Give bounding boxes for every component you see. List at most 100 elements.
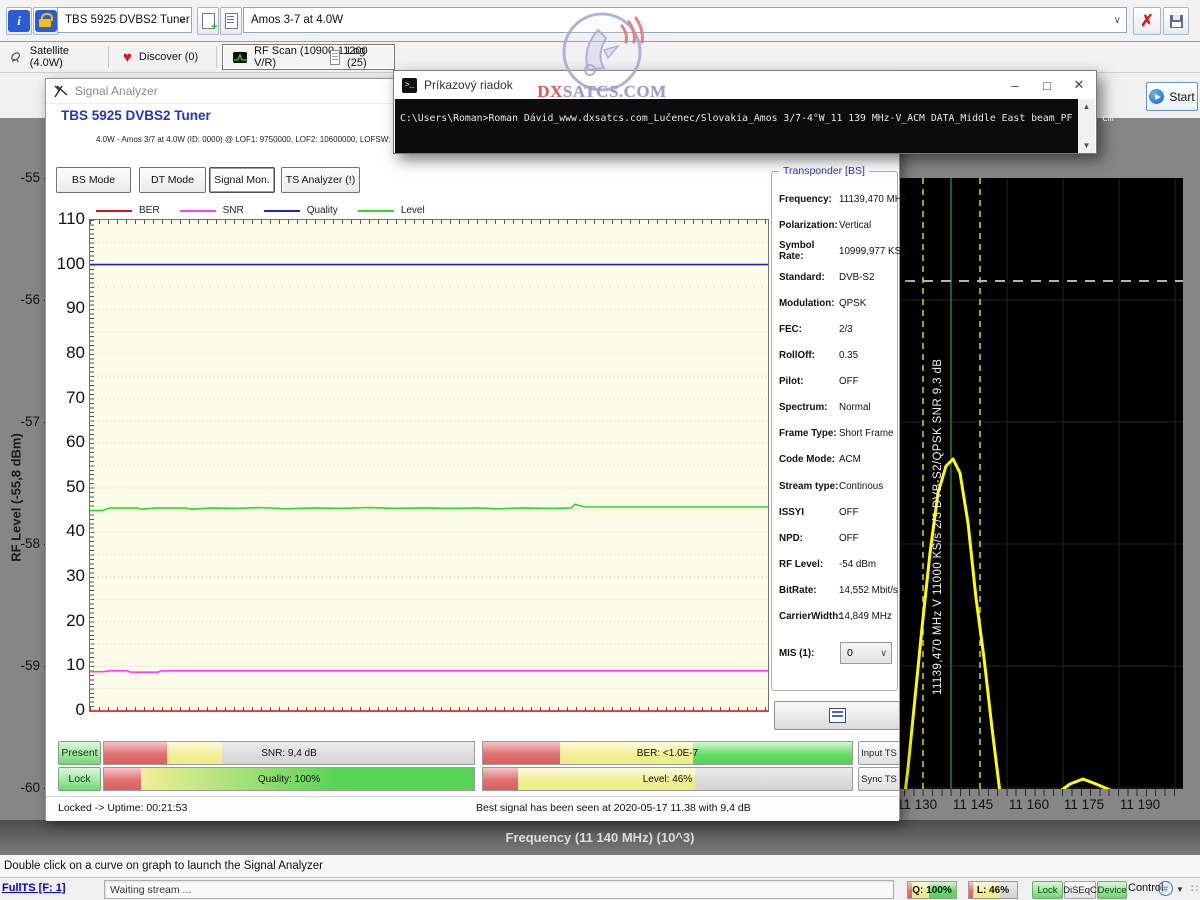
transponder-field-label: Standard: [779,272,839,283]
scroll-down-icon[interactable]: ▼ [1078,138,1095,153]
mis-row: MIS (1): 0 ∨ [779,642,892,664]
transponder-field-value: 14,849 MHz [839,611,892,622]
diseqc-button[interactable]: DiSEqC [1064,881,1096,899]
delete-button[interactable]: ✗ [1133,7,1161,35]
transponder-field-value: QPSK [839,298,866,309]
transponder-row: Standard:DVB-S2 [772,264,897,290]
screen: i TBS 5925 DVBS2 Tuner ∨ + Amos 3-7 at 4… [0,0,1200,900]
close-icon: ✕ [1074,77,1085,93]
transponder-row: Polarization:Vertical [772,212,897,238]
level-minibar-text: L: 46% [969,882,1017,898]
signal-analyzer-title: Signal Analyzer [75,84,158,98]
transponder-field-value: OFF [839,533,859,544]
console-scrollbar[interactable]: ▲ ▼ [1078,99,1095,153]
tab-satellite[interactable]: Satellite (4.0W) [0,44,104,70]
add-transponder-button[interactable]: + [197,7,219,35]
quality-minibar: Q: 100% [907,881,957,899]
legend-color-dash [180,210,216,212]
diseqc-label: DiSEqC [1063,885,1097,896]
stream-capture-button[interactable] [774,701,900,730]
tab-ts-analyzer[interactable]: TS Analyzer (!) [281,167,360,193]
spectrum-x-tick-label: 11 175 [1052,797,1116,812]
stream-status-text: Waiting stream ... [110,884,191,896]
mis-select[interactable]: 0 ∨ [840,642,892,664]
satellite-combobox[interactable]: Amos 3-7 at 4.0W ∨ [243,7,1127,33]
tab-dt-mode-label: DT Mode [151,174,194,186]
legend-label: Level [401,205,425,216]
tab-discover[interactable]: ♥ Discover (0) [113,44,213,70]
chevron-down-icon: ∨ [179,15,186,26]
console-output[interactable]: C:\Users\Roman>Roman Dávid_www.dxsatcs.c… [395,99,1095,153]
tab-signal-mon[interactable]: Signal Mon. [209,167,275,193]
best-signal-text: Best signal has been seen at 2020-05-17 … [476,802,751,814]
sync-ts-button[interactable]: Sync TS [858,767,900,791]
tab-dt-mode[interactable]: DT Mode [139,167,206,193]
tuner-title: TBS 5925 DVBS2 Tuner [61,108,211,123]
signal-chart-legend: BERSNRQualityLevel [96,205,425,216]
input-ts-button[interactable]: Input TS [858,741,900,765]
tuner-select[interactable]: TBS 5925 DVBS2 Tuner ∨ [57,7,192,33]
tab-separator [216,46,217,68]
transponder-field-value: 0.35 [839,350,858,361]
legend-item: Level [358,205,425,216]
transponder-row: NPD:OFF [772,525,897,551]
lock-status-button: Lock [1032,881,1063,899]
resize-grip: ∷ [1191,882,1199,895]
start-button[interactable]: Start [1146,82,1198,111]
transponder-field-value: OFF [839,376,859,387]
info-button[interactable]: i [6,7,32,35]
close-button[interactable]: ✕ [1062,71,1096,99]
device-button[interactable]: Device [1097,881,1127,899]
maximize-button[interactable]: □ [1030,71,1064,99]
spectrum-x-axis-title-band: Frequency (11 140 MHz) (10^3) [0,820,1200,855]
transponder-field-label: Pilot: [779,376,839,387]
lock-status-label: Lock [1037,885,1057,896]
legend-item: Quality [264,205,338,216]
stream-capture-icon [829,708,846,723]
transponder-field-label: FEC: [779,324,839,335]
save-button[interactable] [1163,7,1189,35]
y-axis-tick-label: 60 [46,432,85,452]
transponder-row: BitRate:14,552 Mbit/s [772,577,897,603]
control-icon[interactable]: # [1158,881,1173,896]
spectrum-ylabels: -55-56-57-58-59-60 [6,178,46,789]
satellite-dish-icon [10,50,23,64]
signal-chart-plot[interactable] [89,219,769,712]
status-bar: FullTS [F: 1] Waiting stream ... Q: 100%… [0,878,1200,900]
transponder-field-label: RF Level: [779,559,839,570]
transponder-field-label: Frequency: [779,194,839,205]
chevron-down-icon: ∨ [1114,15,1121,26]
y-axis-tick-label: 40 [46,521,85,541]
scroll-up-icon[interactable]: ▲ [1078,99,1095,114]
transponder-field-label: CarrierWidth: [779,611,839,622]
command-prompt-titlebar[interactable]: >_ Príkazový riadok [394,71,1096,99]
minimize-button[interactable]: – [998,71,1032,99]
transponder-field-label: Code Mode: [779,454,839,465]
level-bar-text: Level: 46% [483,768,852,790]
transponder-row: Frequency:11139,470 MHz [772,186,897,212]
spectrum-x-axis-title: Frequency (11 140 MHz) (10^3) [506,830,695,845]
lock-button[interactable] [33,7,59,35]
transponder-row: Frame Type:Short Frame [772,421,897,447]
tab-signal-mon-label: Signal Mon. [214,174,269,186]
level-minibar: L: 46% [968,881,1018,899]
hint-text: Double click on a curve on graph to laun… [4,860,323,872]
legend-color-dash [358,210,394,212]
tab-ts-analyzer-label: TS Analyzer (!) [286,174,355,186]
snr-bar: SNR: 9,4 dB [103,741,475,765]
tuner-subtitle: 4.0W - Amos 3/7 at 4.0W (ID: 0000) @ LOF… [96,135,428,144]
transponder-field-label: NPD: [779,533,839,544]
fullts-link[interactable]: FullTS [F: 1] [2,882,66,894]
transponder-field-value: 14,552 Mbit/s [839,585,898,596]
chevron-down-icon: ∨ [880,648,887,659]
tab-bs-mode[interactable]: BS Mode [56,167,131,193]
y-axis-tick-label: 50 [46,477,85,497]
signal-analyzer-icon [54,84,68,98]
mis-select-value: 0 [847,647,853,659]
device-label: Device [1097,885,1126,896]
rf-scan-monitor-icon [233,52,247,63]
quality-bar: Quality: 100% [103,767,475,791]
tab-log[interactable]: Log (25) [320,44,390,70]
edit-transponder-button[interactable] [220,7,242,35]
control-dropdown-icon[interactable]: ▼ [1176,885,1184,894]
